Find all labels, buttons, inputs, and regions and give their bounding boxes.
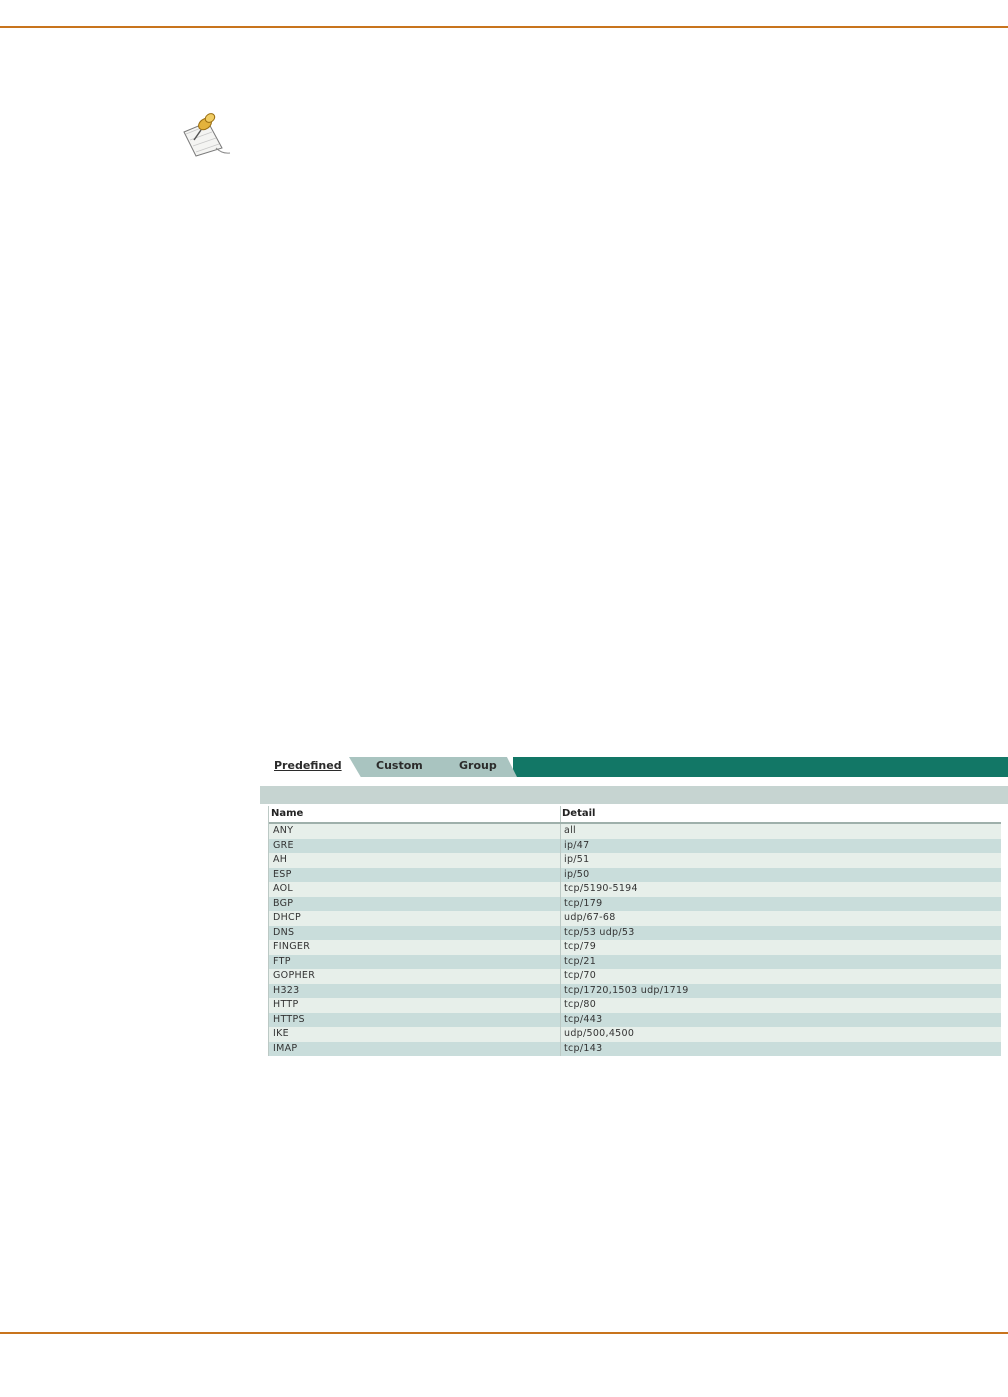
pushpin-note-icon — [178, 110, 234, 162]
table-row[interactable]: DHCP udp/67-68 — [269, 911, 1001, 926]
service-name: IKE — [273, 1028, 289, 1039]
table-row[interactable]: ANY all — [269, 824, 1001, 839]
firewall-service-screenshot: Group Custom Predefined Name Detail ANY a… — [251, 757, 1008, 1059]
table-row[interactable]: GRE ip/47 — [269, 838, 1001, 853]
table-row[interactable]: H323 tcp/1720,1503 udp/1719 — [269, 983, 1001, 998]
service-name: HTTP — [273, 999, 299, 1010]
service-name: DHCP — [273, 912, 302, 923]
table-row[interactable]: AH ip/51 — [269, 853, 1001, 868]
service-table: Name Detail ANY all GRE ip/47 AH ip/51 ESP ip/5… — [268, 806, 1001, 1056]
table-header: Name Detail — [269, 806, 1001, 824]
service-detail: tcp/1720,1503 udp/1719 — [560, 983, 1000, 998]
tab-group[interactable]: Group — [433, 757, 517, 777]
service-name: ESP — [273, 868, 292, 880]
service-name: AH — [273, 854, 288, 865]
service-detail: tcp/53 udp/53 — [560, 925, 1000, 940]
service-detail: ip/51 — [560, 853, 1000, 868]
service-detail: udp/67-68 — [560, 911, 1000, 926]
service-name: GRE — [273, 839, 294, 851]
table-row[interactable]: HTTP tcp/80 — [269, 998, 1001, 1013]
tab-strip — [513, 757, 1008, 777]
table-row[interactable]: DNS tcp/53 udp/53 — [269, 925, 1001, 940]
tab-predefined[interactable]: Predefined — [251, 757, 363, 777]
top-rule — [0, 26, 1008, 28]
tab-predefined-label: Predefined — [274, 759, 342, 772]
table-row[interactable]: BGP tcp/179 — [269, 896, 1001, 911]
service-detail: ip/50 — [560, 867, 1000, 882]
service-name: FINGER — [273, 941, 311, 952]
table-row[interactable]: FTP tcp/21 — [269, 954, 1001, 969]
tab-custom[interactable]: Custom — [349, 757, 447, 777]
service-detail: tcp/5190-5194 — [560, 882, 1000, 897]
service-name: ANY — [273, 825, 294, 836]
table-row[interactable]: AOL tcp/5190-5194 — [269, 882, 1001, 897]
service-name: IMAP — [273, 1042, 298, 1054]
service-name: AOL — [273, 883, 294, 894]
tab-group-label: Group — [459, 759, 497, 772]
table-row[interactable]: ESP ip/50 — [269, 867, 1001, 882]
service-detail: udp/500,4500 — [560, 1027, 1000, 1042]
service-detail: tcp/70 — [560, 969, 1000, 984]
service-name: DNS — [273, 926, 295, 938]
service-detail: ip/47 — [560, 838, 1000, 853]
table-row[interactable]: HTTPS tcp/443 — [269, 1012, 1001, 1027]
table-row[interactable]: FINGER tcp/79 — [269, 940, 1001, 955]
service-detail: tcp/21 — [560, 954, 1000, 969]
table-row[interactable]: IKE udp/500,4500 — [269, 1027, 1001, 1042]
service-detail: tcp/443 — [560, 1012, 1000, 1027]
tab-custom-label: Custom — [376, 759, 423, 772]
table-row[interactable]: IMAP tcp/143 — [269, 1041, 1001, 1056]
service-name: H323 — [273, 984, 300, 996]
service-detail: tcp/179 — [560, 896, 1000, 911]
table-body: ANY all GRE ip/47 AH ip/51 ESP ip/50 AOL tcp/5190… — [269, 824, 1001, 1056]
table-row[interactable]: GOPHER tcp/70 — [269, 969, 1001, 984]
panel-header-bar — [260, 786, 1008, 804]
column-header-detail[interactable]: Detail — [560, 806, 1000, 822]
service-detail: tcp/143 — [560, 1041, 1000, 1056]
service-name: HTTPS — [273, 1013, 305, 1025]
service-detail: tcp/79 — [560, 940, 1000, 955]
service-detail: all — [560, 824, 1000, 839]
service-detail: tcp/80 — [560, 998, 1000, 1013]
service-name: BGP — [273, 897, 294, 909]
column-header-name[interactable]: Name — [271, 806, 555, 822]
service-panel: Name Detail ANY all GRE ip/47 AH ip/51 ESP ip/5… — [260, 786, 1008, 1059]
service-name: GOPHER — [273, 970, 316, 981]
service-name: FTP — [273, 955, 291, 967]
bottom-rule — [0, 1332, 1008, 1334]
service-tab-bar: Group Custom Predefined — [251, 757, 1008, 777]
